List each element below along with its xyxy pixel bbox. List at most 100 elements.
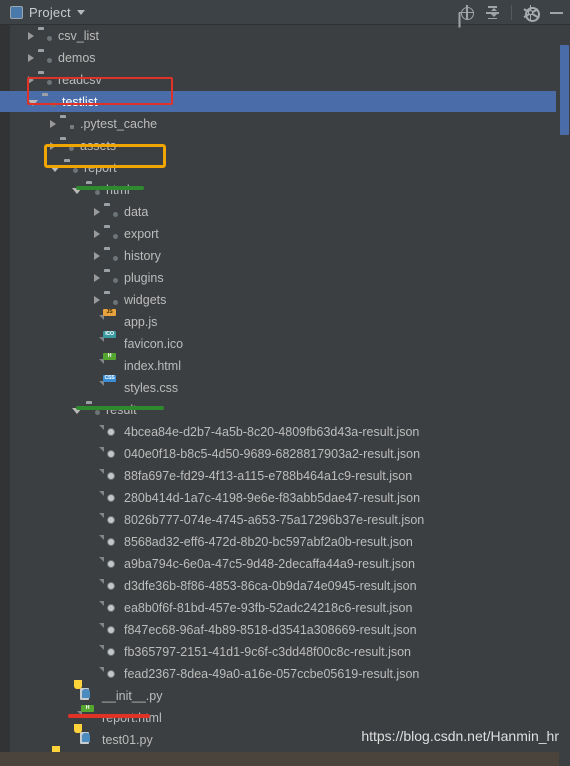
json-file-icon	[104, 645, 119, 658]
tree-row-label: d3dfe36b-8f86-4853-86ca-0b9da74e0945-res…	[124, 578, 417, 593]
tree-row-testlist[interactable]: testlist	[0, 91, 556, 112]
chevron-right-icon[interactable]	[94, 251, 100, 260]
chevron-right-icon[interactable]	[28, 53, 34, 62]
tree-row-label: fead2367-8dea-49a0-a16e-057ccbe05619-res…	[124, 666, 420, 681]
tree-row-fead2367-8dea-49a0-a16e-057ccbe05619-result-json[interactable]: fead2367-8dea-49a0-a16e-057ccbe05619-res…	[10, 663, 555, 684]
tree-row-label: f847ec68-96af-4b89-8518-d3541a308669-res…	[124, 622, 417, 637]
chevron-right-icon[interactable]	[50, 119, 56, 128]
file-html-icon: H	[103, 353, 119, 372]
tree-row-data[interactable]: data	[10, 201, 555, 222]
chevron-right-icon[interactable]	[94, 295, 100, 304]
json-file-icon	[104, 513, 119, 526]
tree-row-88fa697e-fd29-4f13-a115-e788b464a1c9-result-json[interactable]: 88fa697e-fd29-4f13-a115-e788b464a1c9-res…	[10, 465, 555, 486]
chevron-down-icon[interactable]	[28, 99, 38, 106]
tree-row-demos[interactable]: demos	[10, 47, 555, 68]
tree-row-label: 040e0f18-b8c5-4d50-9689-6828817903a2-res…	[124, 446, 421, 461]
chevron-right-icon[interactable]	[50, 141, 56, 150]
tree-row-label: index.html	[124, 358, 181, 373]
tree-row-label: report	[84, 160, 117, 175]
tree-row-label: 8026b777-074e-4745-a653-75a17296b37e-res…	[124, 512, 425, 527]
tree-row-report[interactable]: report	[10, 157, 555, 178]
tree-row-styles-css[interactable]: CSS styles.css	[10, 375, 555, 398]
tool-window-header: Project	[0, 0, 570, 25]
tree-row--init-py[interactable]: __init__.py	[10, 680, 555, 706]
folder-src-icon	[86, 403, 101, 416]
chevron-right-icon[interactable]	[94, 207, 100, 216]
json-file-icon	[104, 447, 119, 460]
chevron-down-icon[interactable]	[72, 407, 82, 414]
tree-row-index-html[interactable]: Hindex.html	[10, 353, 555, 376]
settings-gear-icon[interactable]	[523, 4, 540, 22]
tool-window-actions	[459, 0, 564, 25]
tree-row-f847ec68-96af-4b89-8518-d3541a308669-result-json[interactable]: f847ec68-96af-4b89-8518-d3541a308669-res…	[10, 619, 555, 640]
tree-row-label: widgets	[124, 292, 167, 307]
tree-row-label: app.js	[124, 314, 158, 329]
tree-row-favicon-ico[interactable]: ICO favicon.ico	[10, 331, 555, 354]
python-file-icon	[74, 680, 97, 702]
chevron-down-icon[interactable]	[72, 187, 82, 194]
tool-window-title-group[interactable]: Project	[0, 5, 85, 20]
tree-row-history[interactable]: history	[10, 245, 555, 266]
tree-row-280b414d-1a7c-4198-9e6e-f83abb5dae47-result-json[interactable]: 280b414d-1a7c-4198-9e6e-f83abb5dae47-res…	[10, 487, 555, 508]
chevron-down-icon[interactable]	[76, 9, 85, 15]
folder-src-icon	[60, 139, 75, 152]
chevron-right-icon[interactable]	[94, 273, 100, 282]
tree-row-result[interactable]: result	[10, 399, 555, 420]
vertical-scrollbar[interactable]	[559, 25, 570, 766]
tree-row-label: styles.css	[124, 380, 179, 395]
tree-row-export[interactable]: export	[10, 223, 555, 244]
file-css-icon: CSS	[103, 375, 116, 382]
bottom-highlight-strip	[0, 752, 570, 766]
folder-src-icon	[104, 271, 119, 284]
json-file-icon	[104, 557, 119, 570]
json-file-icon	[104, 601, 119, 614]
folder-src-icon	[38, 29, 53, 42]
tree-row-label: fb365797-2151-41d1-9c6f-c3dd48f00c8c-res…	[124, 644, 411, 659]
tree-row-label: readcsv	[58, 72, 102, 87]
folder-src-icon	[38, 73, 53, 86]
tree-row-d3dfe36b-8f86-4853-86ca-0b9da74e0945-result-json[interactable]: d3dfe36b-8f86-4853-86ca-0b9da74e0945-res…	[10, 575, 555, 596]
tree-row-8568ad32-eff6-472d-8b20-bc597abf2a0b-result-json[interactable]: 8568ad32-eff6-472d-8b20-bc597abf2a0b-res…	[10, 531, 555, 552]
tree-row-040e0f18-b8c5-4d50-9689-6828817903a2-result-json[interactable]: 040e0f18-b8c5-4d50-9689-6828817903a2-res…	[10, 443, 555, 464]
chevron-right-icon[interactable]	[28, 75, 34, 84]
tree-row-html[interactable]: html	[10, 179, 555, 200]
folder-src-icon	[42, 95, 57, 108]
tree-row-label: 88fa697e-fd29-4f13-a115-e788b464a1c9-res…	[124, 468, 413, 483]
locate-icon[interactable]	[459, 5, 474, 20]
watermark-text: https://blog.csdn.net/Hanmin_hm	[361, 728, 566, 744]
tree-row-label: csv_list	[58, 28, 99, 43]
tree-row-label: history	[124, 248, 161, 263]
folder-src-icon	[104, 293, 119, 306]
tree-row-label: data	[124, 204, 149, 219]
json-file-icon	[104, 469, 119, 482]
project-tree[interactable]: csv_listdemos readcsv testlist .pytest_cach…	[0, 25, 570, 766]
tree-row-csv-list[interactable]: csv_list	[10, 25, 555, 46]
tree-row-widgets[interactable]: widgets	[10, 289, 555, 310]
tree-row-a9ba794c-6e0a-47c5-9d48-2decaffa44a9-result-json[interactable]: a9ba794c-6e0a-47c5-9d48-2decaffa44a9-res…	[10, 553, 555, 574]
tree-row-fb365797-2151-41d1-9c6f-c3dd48f00c8c-result-json[interactable]: fb365797-2151-41d1-9c6f-c3dd48f00c8c-res…	[10, 641, 555, 662]
tree-row-4bcea84e-d2b7-4a5b-8c20-4809fb63d43a-result-json[interactable]: 4bcea84e-d2b7-4a5b-8c20-4809fb63d43a-res…	[10, 421, 555, 442]
chevron-right-icon[interactable]	[28, 31, 34, 40]
tool-window-title: Project	[29, 4, 71, 20]
minimize-icon[interactable]	[549, 5, 564, 20]
folder-src-icon	[38, 51, 53, 64]
chevron-right-icon[interactable]	[94, 229, 100, 238]
tree-row-assets[interactable]: assets	[10, 135, 555, 156]
chevron-down-icon[interactable]	[50, 165, 60, 172]
tree-row-8026b777-074e-4745-a653-75a17296b37e-result-json[interactable]: 8026b777-074e-4745-a653-75a17296b37e-res…	[10, 509, 555, 530]
tool-window-rail	[0, 25, 10, 766]
tree-row-label: __init__.py	[102, 688, 163, 703]
scrollbar-thumb[interactable]	[560, 45, 569, 135]
folder-src-icon	[104, 227, 119, 240]
tree-row--pytest-cache[interactable]: .pytest_cache	[10, 113, 555, 134]
tree-row-label: demos	[58, 50, 96, 65]
tree-row-ea8b0f6f-81bd-457e-93fb-52adc24218c6-result-json[interactable]: ea8b0f6f-81bd-457e-93fb-52adc24218c6-res…	[10, 597, 555, 618]
tree-row-report-html[interactable]: Hreport.html	[10, 705, 555, 728]
json-file-icon	[104, 623, 119, 636]
collapse-all-icon[interactable]	[485, 5, 500, 20]
file-ico-icon: ICO	[103, 331, 119, 350]
tree-row-app-js[interactable]: JS app.js	[10, 309, 555, 332]
tree-row-plugins[interactable]: plugins	[10, 267, 555, 288]
python-file-icon	[74, 724, 97, 746]
tree-row-readcsv[interactable]: readcsv	[10, 69, 555, 90]
